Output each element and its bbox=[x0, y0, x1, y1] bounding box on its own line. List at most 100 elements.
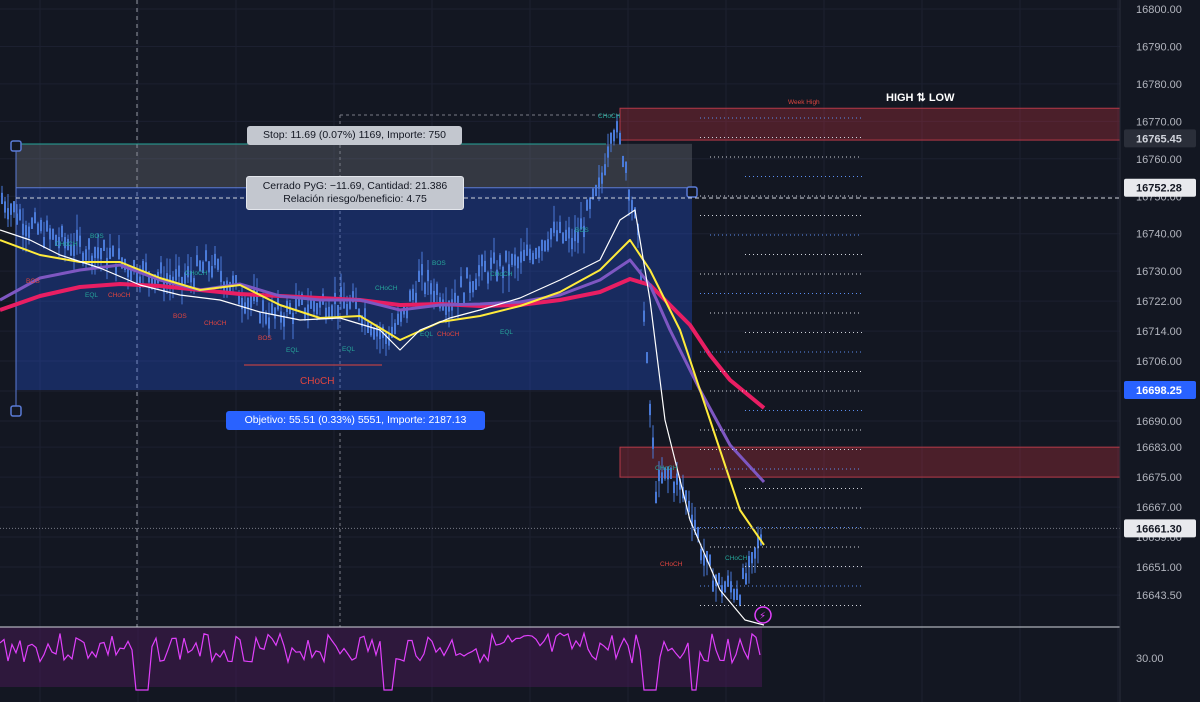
candle-body bbox=[526, 244, 528, 256]
candle-body bbox=[265, 312, 267, 324]
candle-body bbox=[493, 252, 495, 264]
price-tick-label: 16651.00 bbox=[1136, 562, 1182, 574]
candle-body bbox=[211, 266, 213, 278]
position-handle bbox=[686, 186, 698, 198]
candle-body bbox=[523, 249, 525, 262]
price-tick-label: 16800.00 bbox=[1136, 4, 1182, 16]
candle-body bbox=[409, 290, 411, 302]
candle-body bbox=[367, 321, 369, 334]
candle-body bbox=[340, 287, 342, 299]
candle-body bbox=[565, 229, 567, 242]
candle-body bbox=[742, 567, 744, 580]
candle-body bbox=[94, 246, 96, 258]
candle-body bbox=[130, 269, 132, 281]
candle-body bbox=[88, 238, 90, 250]
candle-body bbox=[619, 132, 621, 145]
chart-container[interactable]: CHoCH BOS BOS EQL CHoCH CHoCH BOS CHoCH BOS EQL EQ… bbox=[0, 0, 1200, 702]
candle-body bbox=[616, 121, 618, 133]
candle-body bbox=[271, 303, 273, 315]
price-tick-label: 16643.50 bbox=[1136, 590, 1182, 602]
candle-body bbox=[85, 249, 87, 261]
structure-label: CHoCH bbox=[655, 465, 678, 472]
candle-body bbox=[604, 164, 606, 176]
structure-label: CHoCH bbox=[490, 271, 513, 278]
candle-body bbox=[16, 213, 18, 225]
structure-label: EQL bbox=[342, 346, 355, 353]
candle-body bbox=[394, 323, 396, 335]
candle-body bbox=[553, 221, 555, 233]
candle-body bbox=[499, 255, 501, 267]
candle-body bbox=[22, 223, 24, 235]
candle-body bbox=[625, 161, 627, 173]
structure-label: CHoCH bbox=[108, 292, 131, 299]
candle-body bbox=[1, 192, 3, 205]
candle-body bbox=[703, 554, 705, 566]
high-low-label: HIGH ⇅ LOW bbox=[886, 92, 955, 104]
candle-body bbox=[259, 312, 261, 324]
structure-label: BOS bbox=[26, 278, 40, 285]
candle-body bbox=[358, 308, 360, 320]
candle-body bbox=[601, 172, 603, 184]
stop-tooltip: Stop: 11.69 (0.07%) 1169, Importe: 750 bbox=[247, 126, 462, 145]
alert-bolt-icon[interactable]: ⚡ bbox=[754, 606, 772, 624]
candle-body bbox=[178, 265, 180, 277]
candle-body bbox=[25, 225, 27, 237]
price-tick-label: 16667.00 bbox=[1136, 502, 1182, 514]
structure-label: CHoCH bbox=[660, 561, 683, 568]
structure-label: BOS bbox=[575, 227, 589, 234]
candle-body bbox=[724, 581, 726, 593]
candle-body bbox=[415, 292, 417, 305]
candle-body bbox=[718, 572, 720, 585]
candle-body bbox=[76, 229, 78, 242]
candle-body bbox=[37, 223, 39, 235]
candle-body bbox=[52, 228, 54, 240]
candle-body bbox=[517, 257, 519, 269]
structure-label: BOS bbox=[90, 233, 104, 240]
candle-body bbox=[205, 250, 207, 262]
price-chart[interactable]: CHoCH BOS BOS EQL CHoCH CHoCH BOS CHoCH BOS EQL EQ… bbox=[0, 0, 1200, 702]
candle-body bbox=[622, 155, 624, 168]
candle-body bbox=[337, 304, 339, 317]
closed-pnl-line: Cerrado PyG: −11.69, Cantidad: 21.386 bbox=[262, 180, 448, 192]
candle-body bbox=[571, 237, 573, 250]
candle-body bbox=[400, 310, 402, 322]
candle-body bbox=[562, 232, 564, 244]
candle-body bbox=[247, 297, 249, 309]
candle-body bbox=[10, 203, 12, 215]
candle-body bbox=[733, 588, 735, 600]
candle-body bbox=[598, 177, 600, 189]
candle-body bbox=[346, 304, 348, 316]
candle-body bbox=[34, 212, 36, 224]
candle-body bbox=[208, 261, 210, 273]
candle-body bbox=[595, 184, 597, 197]
candle-body bbox=[472, 281, 474, 293]
choch-label: CHoCH bbox=[300, 376, 334, 387]
candle-body bbox=[538, 246, 540, 258]
candle-body bbox=[46, 220, 48, 232]
structure-label: BOS bbox=[173, 313, 187, 320]
supply-zone bbox=[619, 107, 1121, 141]
price-label: 16698.25 bbox=[1136, 385, 1182, 397]
supply-zone bbox=[619, 446, 1121, 478]
candle-body bbox=[673, 481, 675, 494]
structure-label: CHoCH bbox=[185, 270, 208, 277]
candle-body bbox=[136, 272, 138, 285]
candle-body bbox=[427, 269, 429, 282]
candle-body bbox=[421, 264, 423, 276]
structure-label: EQL bbox=[420, 331, 433, 338]
candle-body bbox=[751, 552, 753, 564]
candle-body bbox=[700, 549, 702, 561]
week-high-label: Week High bbox=[788, 99, 820, 106]
closed-pnl-tooltip: Cerrado PyG: −11.69, Cantidad: 21.386 Re… bbox=[246, 176, 464, 210]
candle-body bbox=[274, 307, 276, 319]
candle-body bbox=[295, 298, 297, 310]
candle-body bbox=[649, 403, 651, 416]
candle-body bbox=[217, 258, 219, 270]
price-tick-label: 16730.00 bbox=[1136, 266, 1182, 278]
candle-body bbox=[520, 251, 522, 263]
candle-body bbox=[418, 270, 420, 282]
structure-label: CHoCH bbox=[375, 285, 398, 292]
candle-body bbox=[475, 278, 477, 290]
candle-body bbox=[628, 189, 630, 201]
candle-body bbox=[532, 252, 534, 265]
